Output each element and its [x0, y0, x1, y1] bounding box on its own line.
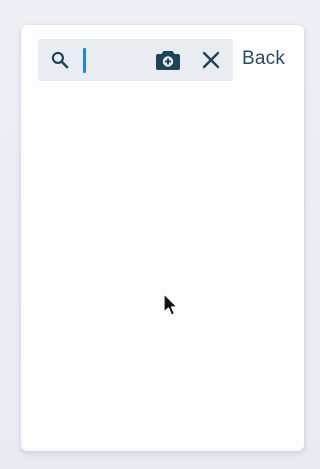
camera-add-icon[interactable]	[155, 48, 181, 72]
search-panel: Back	[21, 25, 304, 451]
close-icon[interactable]	[201, 50, 221, 70]
text-caret	[83, 48, 86, 73]
search-bar[interactable]	[38, 39, 233, 81]
search-input[interactable]	[78, 48, 148, 72]
search-results-area	[21, 87, 304, 451]
search-icon	[51, 51, 69, 69]
screen: Back	[0, 0, 320, 469]
mouse-pointer-icon	[163, 293, 178, 316]
back-button[interactable]: Back	[242, 47, 285, 71]
